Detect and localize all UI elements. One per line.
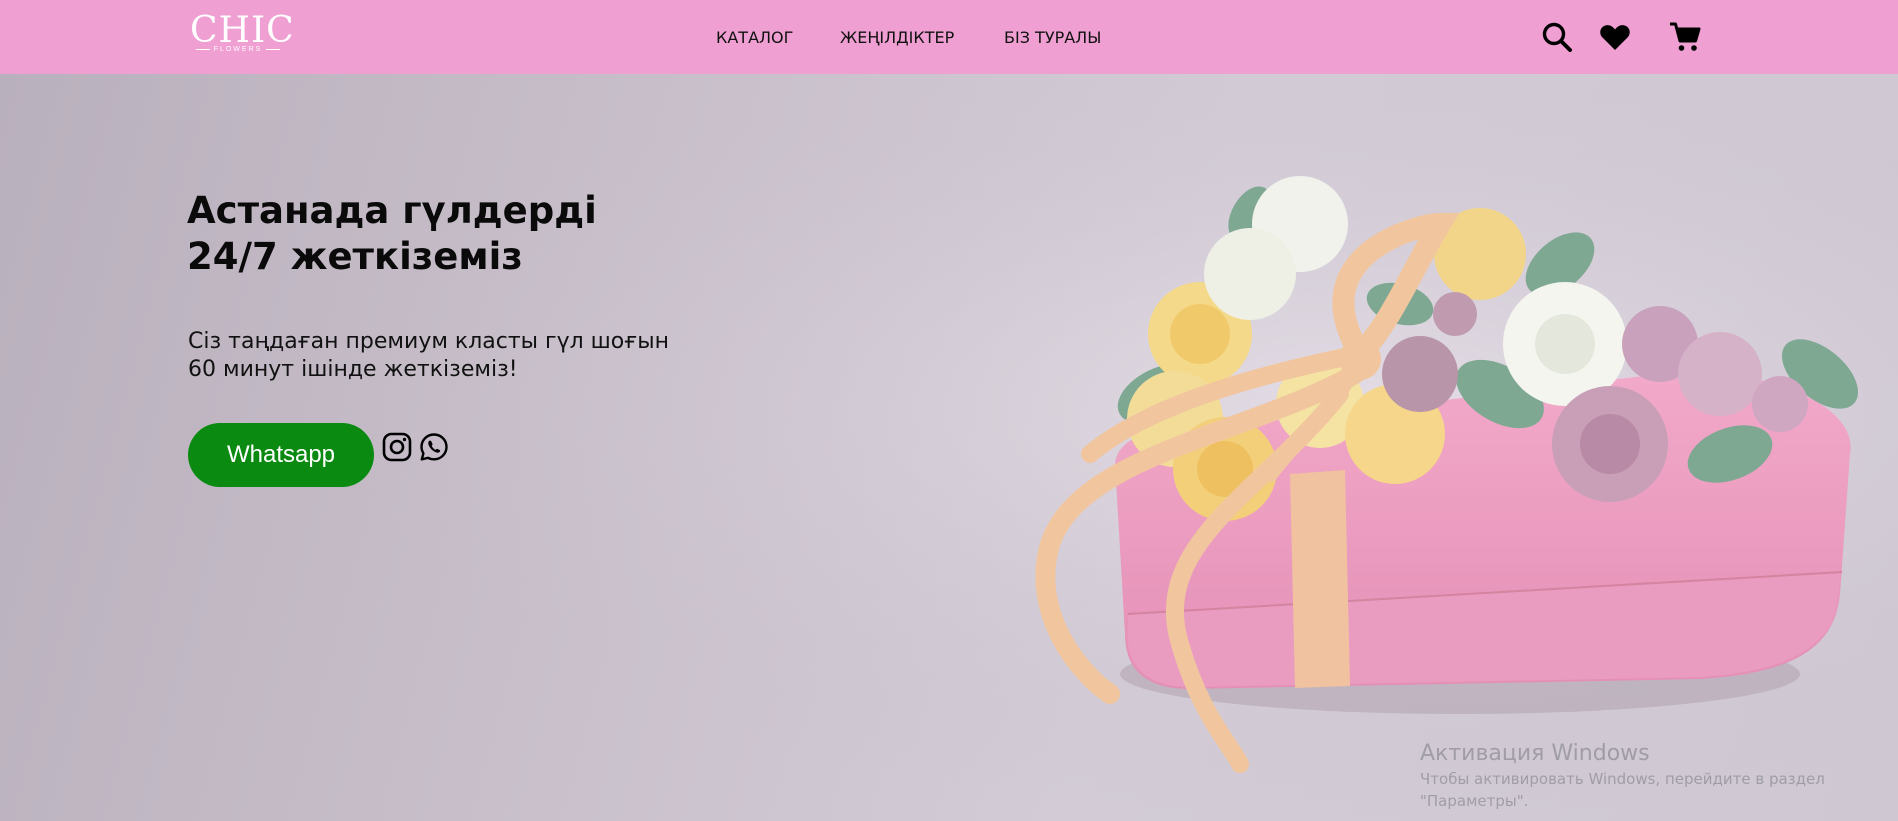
instagram-icon[interactable]: [381, 431, 413, 463]
logo-subtext: FLOWERS: [190, 46, 286, 53]
hero-title: Астанада гүлдерді 24/7 жеткіземіз: [187, 188, 787, 280]
hero-banner: Астанада гүлдерді 24/7 жеткіземіз Сіз та…: [0, 74, 1898, 821]
hero-subtitle-line2: 60 минут ішінде жеткіземіз!: [188, 357, 518, 382]
whatsapp-button[interactable]: Whatsapp: [188, 423, 374, 487]
hero-title-line1: Астанада гүлдерді: [187, 189, 597, 232]
cart-icon[interactable]: [1668, 20, 1702, 54]
watermark-line2: Чтобы активировать Windows, перейдите в …: [1420, 770, 1825, 788]
site-header: CHIC FLOWERS КАТАЛОГ ЖЕҢІЛДІКТЕР БІЗ ТУР…: [0, 0, 1898, 74]
nav-item-discounts[interactable]: ЖЕҢІЛДІКТЕР: [840, 28, 954, 47]
watermark-line3: "Параметры".: [1420, 792, 1529, 810]
whatsapp-icon[interactable]: [418, 431, 450, 463]
hero-subtitle: Сіз таңдаған премиум класты гүл шоғын 60…: [188, 328, 788, 384]
nav-item-catalog[interactable]: КАТАЛОГ: [716, 28, 793, 47]
heart-icon[interactable]: [1598, 20, 1632, 54]
watermark-line1: Активация Windows: [1420, 741, 1650, 766]
nav-item-about[interactable]: БІЗ ТУРАЛЫ: [1004, 28, 1101, 47]
logo-text: CHIC: [190, 10, 295, 51]
search-icon[interactable]: [1540, 20, 1574, 54]
hero-subtitle-line1: Сіз таңдаған премиум класты гүл шоғын: [188, 329, 669, 354]
windows-activation-watermark: Активация Windows Чтобы активировать Win…: [1420, 740, 1890, 812]
brand-logo[interactable]: CHIC FLOWERS: [190, 10, 295, 56]
hero-title-line2: 24/7 жеткіземіз: [187, 235, 523, 278]
